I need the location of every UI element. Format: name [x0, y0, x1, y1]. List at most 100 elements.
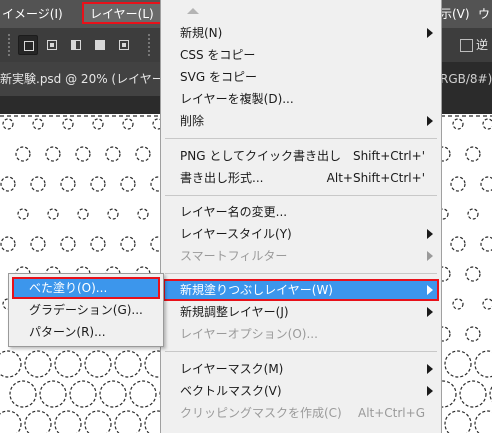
menu-item-layer-options: レイヤーオプション(O)...	[163, 323, 439, 345]
pattern-circle	[62, 118, 74, 130]
menu-item-smart-filter-label: スマートフィルター	[180, 249, 288, 263]
menu-item-new-adjustment-layer[interactable]: 新規調整レイヤー(J)	[163, 301, 439, 323]
pattern-circle	[39, 380, 67, 408]
add-selection-icon[interactable]	[42, 35, 62, 55]
pattern-circle	[450, 176, 466, 192]
menu-layer[interactable]: レイヤー(L)	[82, 2, 162, 24]
pattern-circle	[24, 410, 52, 433]
submenu-arrow-icon	[427, 386, 433, 396]
menu-item-smart-filter: スマートフィルター	[163, 245, 439, 267]
scroll-up-arrow-icon[interactable]	[187, 8, 199, 14]
pattern-circle	[30, 176, 46, 192]
menu-view[interactable]: 示(V)	[440, 0, 470, 28]
menu-item-new-adjustment-layer-label: 新規調整レイヤー(J)	[180, 305, 289, 319]
pattern-circle	[54, 410, 82, 433]
menu-item-copy-css[interactable]: CSS をコピー	[163, 44, 439, 66]
pattern-circle	[0, 350, 22, 378]
option-checkbox[interactable]	[460, 39, 473, 52]
new-selection-icon[interactable]	[18, 35, 38, 55]
menu-item-layer-style[interactable]: レイヤースタイル(Y)	[163, 223, 439, 245]
menu-item-vector-mask-label: ベクトルマスク(V)	[180, 384, 282, 398]
submenu-arrow-icon	[427, 251, 433, 261]
menu-item-layer-mask[interactable]: レイヤーマスク(M)	[163, 358, 439, 380]
menu-item-quick-export[interactable]: PNG としてクイック書き出し Shift+Ctrl+'	[163, 145, 439, 167]
layer-dropdown-menu: 新規(N) CSS をコピー SVG をコピー レイヤーを複製(D)... 削除…	[160, 0, 442, 433]
menu-separator	[165, 351, 437, 352]
menu-item-rename-label: レイヤー名の変更...	[180, 205, 288, 219]
clipping-mask-shortcut: Alt+Ctrl+G	[357, 406, 425, 420]
menu-item-layer-mask-label: レイヤーマスク(M)	[180, 362, 284, 376]
menu-item-export-as-label: 書き出し形式...	[180, 171, 264, 185]
intersect-selection-icon[interactable]	[90, 35, 110, 55]
menu-item-copy-svg-label: SVG をコピー	[180, 70, 257, 84]
pattern-circle	[54, 350, 82, 378]
submenu-item-gradient[interactable]: グラデーション(G)...	[12, 299, 160, 321]
pattern-circle	[114, 410, 142, 433]
pattern-circle	[30, 236, 46, 252]
pattern-circle	[24, 350, 52, 378]
pattern-circle	[75, 146, 91, 162]
pattern-circle	[69, 380, 97, 408]
pattern-circle	[135, 146, 151, 162]
pattern-circle	[114, 350, 142, 378]
submenu-arrow-icon	[427, 285, 433, 295]
pattern-circle	[0, 176, 16, 192]
pattern-circle	[480, 236, 492, 252]
pattern-circle	[120, 176, 136, 192]
menu-window[interactable]: ウ	[478, 0, 490, 28]
submenu-arrow-icon	[427, 28, 433, 38]
pattern-circle	[480, 176, 492, 192]
pattern-circle	[452, 118, 464, 130]
menu-separator	[165, 195, 437, 196]
menu-separator	[165, 273, 437, 274]
options-separator	[148, 34, 150, 56]
pattern-circle	[107, 208, 119, 220]
menu-item-copy-css-label: CSS をコピー	[180, 48, 256, 62]
menu-item-copy-svg[interactable]: SVG をコピー	[163, 66, 439, 88]
pattern-circle	[45, 146, 61, 162]
menu-item-quick-export-label: PNG としてクイック書き出し	[180, 149, 341, 163]
subtract-selection-icon[interactable]	[66, 35, 86, 55]
pattern-circle	[474, 350, 492, 378]
pattern-circle	[15, 146, 31, 162]
pattern-circle	[467, 208, 479, 220]
menu-item-vector-mask[interactable]: ベクトルマスク(V)	[163, 380, 439, 402]
pattern-circle	[99, 380, 127, 408]
menu-separator	[165, 138, 437, 139]
menu-item-delete[interactable]: 削除	[163, 110, 439, 132]
menu-item-duplicate-label: レイヤーを複製(D)...	[180, 92, 294, 106]
menu-image[interactable]: イメージ(I)	[2, 0, 63, 28]
menu-item-rename[interactable]: レイヤー名の変更...	[163, 201, 439, 223]
menu-item-new[interactable]: 新規(N)	[163, 22, 439, 44]
menu-item-new-fill-layer[interactable]: 新規塗りつぶしレイヤー(W)	[163, 279, 439, 301]
pattern-circle	[452, 298, 464, 310]
pattern-circle	[32, 118, 44, 130]
pattern-circle	[90, 236, 106, 252]
pattern-circle	[60, 176, 76, 192]
menu-item-export-as[interactable]: 書き出し形式... Alt+Shift+Ctrl+'	[163, 167, 439, 189]
submenu-item-pattern[interactable]: パターン(R)...	[12, 321, 160, 343]
option-checkbox-label: 逆	[476, 38, 489, 52]
pattern-circle	[120, 236, 136, 252]
document-color-mode: RGB/8#)	[440, 72, 492, 86]
pattern-circle	[444, 410, 472, 433]
pattern-circle	[450, 236, 466, 252]
pattern-circle	[482, 118, 492, 130]
menu-item-new-label: 新規(N)	[180, 26, 223, 40]
pattern-circle	[465, 146, 481, 162]
document-tab[interactable]: 新実験.psd @ 20% (レイヤー 1	[0, 62, 170, 96]
pattern-circle	[2, 118, 14, 130]
pattern-circle	[0, 236, 16, 252]
pattern-circle	[129, 380, 157, 408]
menu-item-duplicate[interactable]: レイヤーを複製(D)...	[163, 88, 439, 110]
submenu-item-solid-color[interactable]: べた塗り(O)...	[12, 277, 160, 299]
pattern-circle	[9, 380, 37, 408]
pattern-circle	[482, 298, 492, 310]
pattern-circle	[47, 208, 59, 220]
selection-mode-icon[interactable]	[114, 35, 134, 55]
pattern-circle	[122, 118, 134, 130]
pattern-circle	[90, 176, 106, 192]
menu-item-clipping-mask-label: クリッピングマスクを作成(C)	[180, 406, 342, 420]
menu-item-delete-label: 削除	[180, 114, 205, 128]
pattern-circle	[137, 208, 149, 220]
